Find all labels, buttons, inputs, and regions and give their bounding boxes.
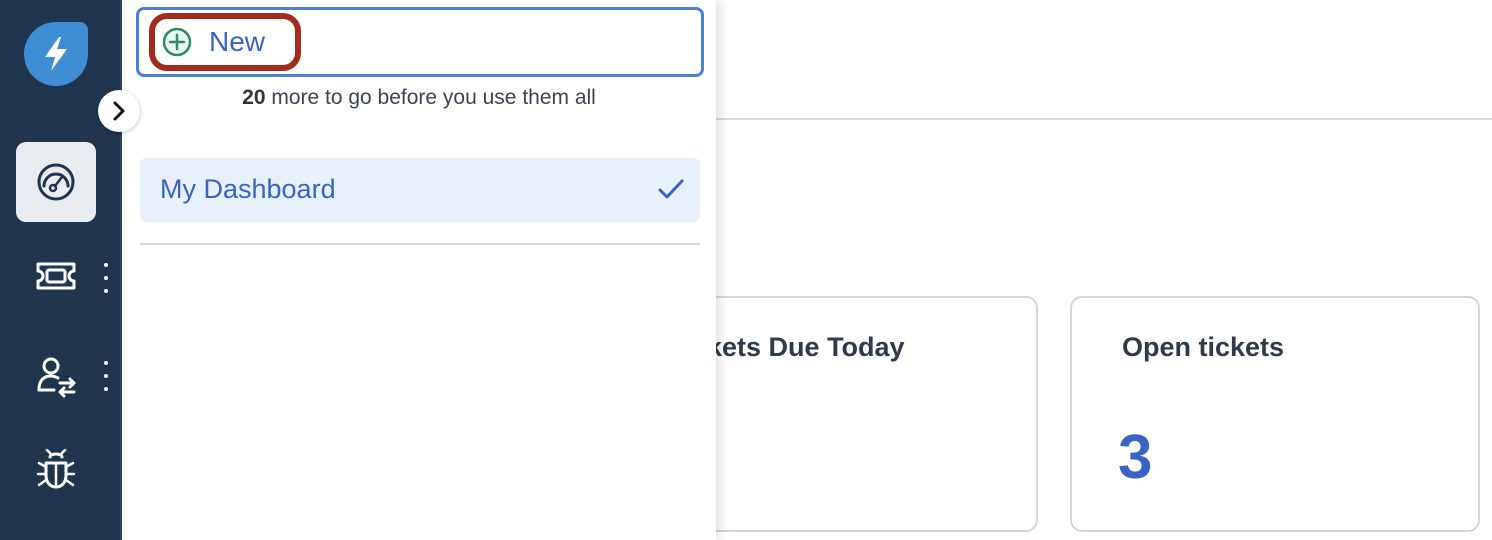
expand-sidebar-button[interactable] bbox=[98, 90, 140, 132]
remaining-count: 20 bbox=[242, 86, 266, 109]
remaining-dashboards-text: 20 more to go before you use them all bbox=[122, 86, 716, 110]
dashboard-switcher-panel: New 20 more to go before you use them al… bbox=[122, 0, 716, 540]
app-logo[interactable] bbox=[24, 22, 88, 86]
new-dashboard-field[interactable]: New bbox=[136, 7, 704, 77]
remaining-message: more to go before you use them all bbox=[265, 86, 596, 109]
card-title: Open tickets bbox=[1122, 332, 1285, 362]
user-transfer-icon bbox=[37, 357, 76, 398]
dashboard-item-my-dashboard[interactable]: My Dashboard bbox=[140, 158, 700, 222]
sidebar-item-tickets[interactable] bbox=[16, 236, 96, 316]
user-transfer-more-icon[interactable] bbox=[100, 361, 112, 391]
sidebar-rail bbox=[0, 0, 122, 540]
app-root: ckets Due Today Open tickets 3 New 20 mo… bbox=[0, 0, 1492, 540]
dashboard-item-label: My Dashboard bbox=[160, 174, 336, 204]
new-dashboard-button[interactable]: New bbox=[161, 24, 265, 60]
card-value: 3 bbox=[1118, 423, 1153, 492]
chevron-right-icon bbox=[113, 101, 125, 121]
card-title: ckets Due Today bbox=[692, 332, 905, 362]
lightning-icon bbox=[45, 37, 67, 71]
bug-icon bbox=[36, 449, 76, 489]
tickets-more-icon[interactable] bbox=[100, 263, 112, 293]
dashboard-gauge-icon bbox=[37, 163, 75, 201]
checkmark-icon bbox=[658, 179, 684, 199]
sidebar-item-bugs[interactable] bbox=[16, 430, 96, 510]
sidebar-item-dashboard[interactable] bbox=[16, 142, 96, 222]
plus-circle-icon bbox=[162, 27, 192, 57]
header-divider bbox=[716, 118, 1492, 120]
new-button-label: New bbox=[209, 26, 266, 57]
tickets-due-today-card[interactable]: ckets Due Today bbox=[690, 296, 1038, 532]
panel-divider bbox=[140, 243, 700, 245]
open-tickets-card[interactable]: Open tickets 3 bbox=[1070, 296, 1480, 532]
ticket-icon bbox=[36, 262, 76, 290]
sidebar-item-user-transfer[interactable] bbox=[16, 336, 96, 416]
